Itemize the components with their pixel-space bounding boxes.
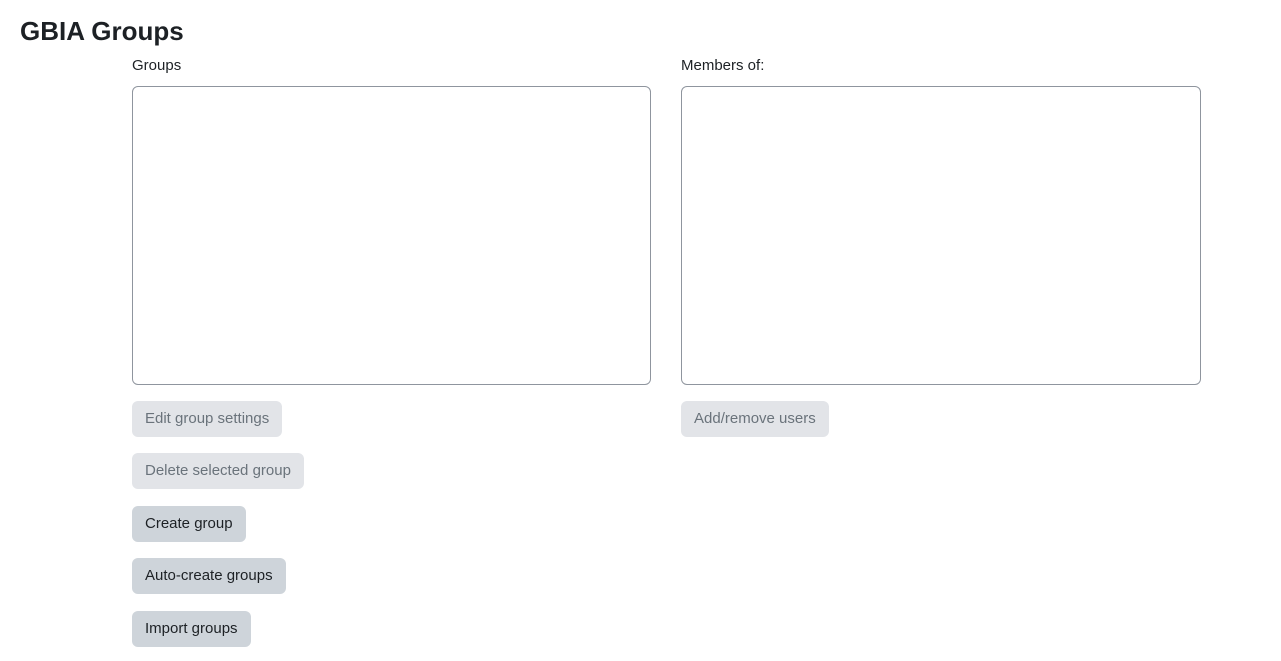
add-remove-users-button[interactable]: Add/remove users: [681, 401, 829, 437]
members-label: Members of:: [681, 57, 765, 74]
delete-selected-group-button[interactable]: Delete selected group: [132, 453, 304, 489]
auto-create-groups-button[interactable]: Auto-create groups: [132, 558, 286, 594]
edit-group-settings-button[interactable]: Edit group settings: [132, 401, 283, 437]
create-group-button[interactable]: Create group: [132, 506, 246, 542]
groups-label: Groups: [132, 57, 182, 74]
import-groups-button[interactable]: Import groups: [132, 611, 251, 647]
members-listbox[interactable]: [681, 86, 1201, 385]
groups-listbox[interactable]: [132, 86, 651, 385]
page-title: GBIA Groups: [20, 16, 184, 46]
